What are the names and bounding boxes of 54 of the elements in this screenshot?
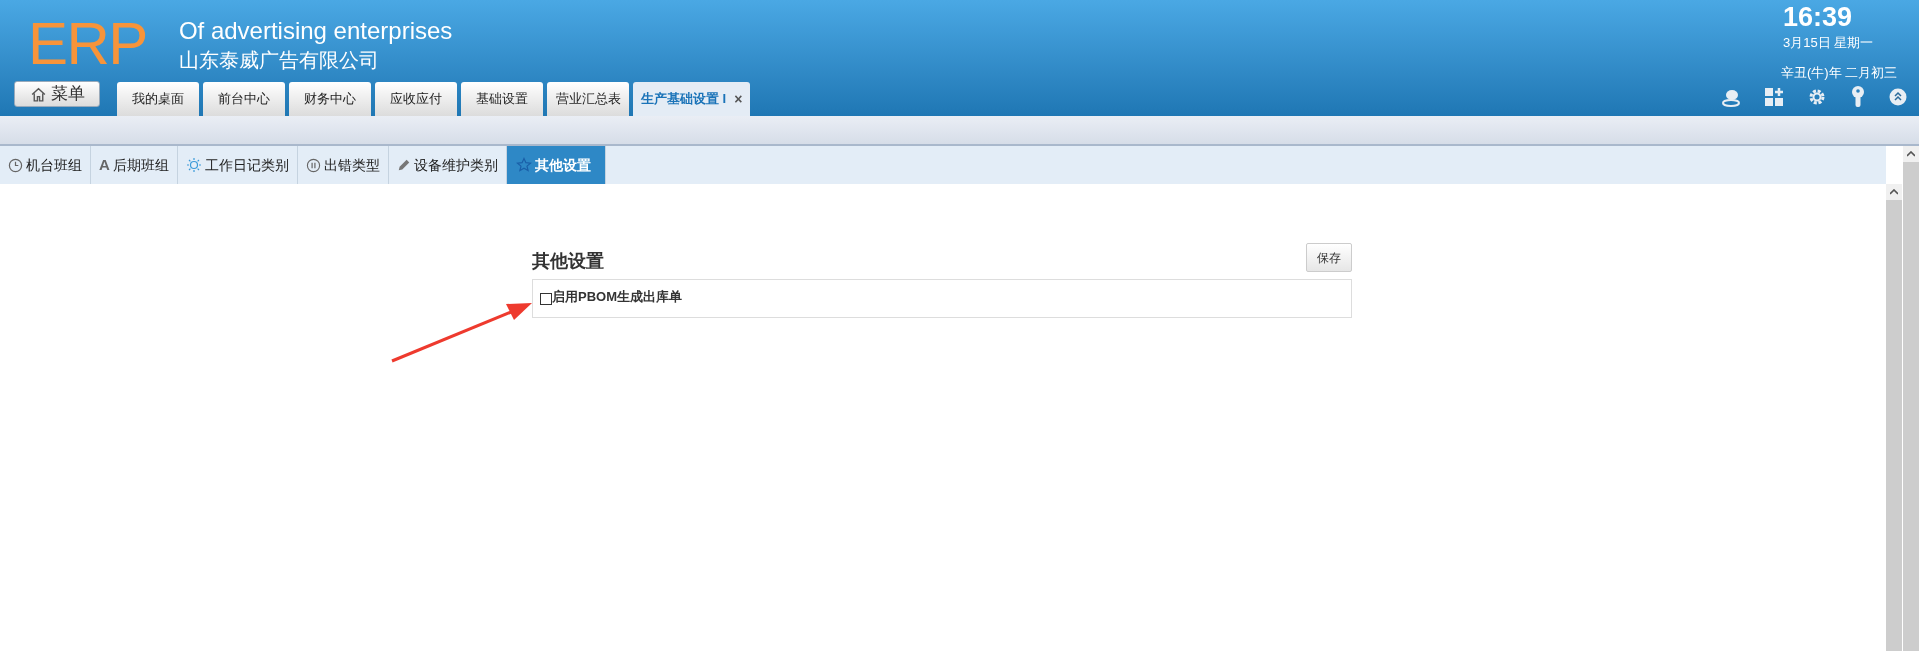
nav-tab-label: 前台中心: [218, 90, 270, 109]
chat-user-icon[interactable]: [1721, 87, 1741, 107]
sub-tab[interactable]: 出错类型: [297, 146, 389, 184]
settings-icon[interactable]: [1807, 87, 1827, 107]
nav-tab[interactable]: 我的桌面: [117, 82, 199, 116]
sub-tab[interactable]: A 后期班组: [91, 146, 178, 184]
nav-tab-label: 基础设置: [476, 90, 528, 109]
collapse-icon[interactable]: [1889, 88, 1907, 106]
pencil-icon: [396, 158, 411, 172]
nav-tab[interactable]: 应收应付: [375, 82, 457, 116]
sub-tab[interactable]: 其他设置: [506, 146, 606, 184]
sub-tab-label: 后期班组: [112, 155, 169, 175]
nav-tab[interactable]: 基础设置: [461, 82, 543, 116]
sub-tab[interactable]: 机台班组: [0, 146, 91, 184]
save-button[interactable]: 保存: [1306, 243, 1352, 272]
nav-tab-label: 应收应付: [390, 90, 442, 109]
nav-tab[interactable]: 财务中心: [289, 82, 371, 116]
nav-tab[interactable]: 营业汇总表: [547, 82, 629, 116]
clock-time: 16:39: [1783, 2, 1854, 32]
menu-button[interactable]: 菜单: [14, 81, 100, 107]
clock-icon: [8, 157, 23, 173]
section-title: 其他设置: [532, 250, 604, 273]
nav-tab-label: 营业汇总表: [555, 90, 621, 109]
sub-tab-label: 其他设置: [534, 155, 591, 175]
sub-tab[interactable]: 工作日记类别: [177, 146, 298, 184]
add-widget-icon[interactable]: [1764, 87, 1784, 107]
date-text: 3月15日 星期一: [1783, 34, 1875, 52]
key-icon[interactable]: [1850, 86, 1866, 108]
sub-tab[interactable]: 设备维护类别: [388, 146, 507, 184]
sub-tab-label: 出错类型: [323, 155, 380, 175]
sun-icon: [185, 157, 202, 173]
checkbox[interactable]: [540, 292, 552, 305]
nav-tab-label: 生产基础设置 I: [641, 90, 727, 109]
checkbox-label: 启用PBOM生成出库单: [552, 287, 682, 306]
letter-icon: A: [99, 153, 110, 177]
nav-tab-label: 财务中心: [304, 90, 356, 109]
scroll-up-icon[interactable]: [1907, 151, 1915, 157]
sub-tab-label: 工作日记类别: [204, 155, 289, 175]
pause-icon: [305, 157, 321, 173]
sub-tab-label: 设备维护类别: [413, 155, 498, 175]
nav-tab-label: 我的桌面: [132, 90, 184, 109]
nav-tab[interactable]: 前台中心: [203, 82, 285, 116]
app-title: Of advertising enterprises: [178, 16, 453, 46]
sub-tab-label: 机台班组: [26, 155, 82, 175]
lunar-date: 辛丑(牛)年 二月初三: [1781, 64, 1899, 82]
star-icon: [515, 157, 532, 173]
scroll-up-icon[interactable]: [1890, 189, 1898, 195]
company-name: 山东泰威广告有限公司: [178, 48, 380, 73]
nav-tab[interactable]: 生产基础设置 I ×: [633, 82, 751, 116]
home-icon: [29, 85, 47, 103]
erp-logo: ERP: [28, 14, 147, 74]
inner-scrollbar[interactable]: [1886, 184, 1902, 651]
close-icon[interactable]: ×: [734, 88, 743, 110]
outer-scrollbar[interactable]: [1903, 146, 1919, 651]
